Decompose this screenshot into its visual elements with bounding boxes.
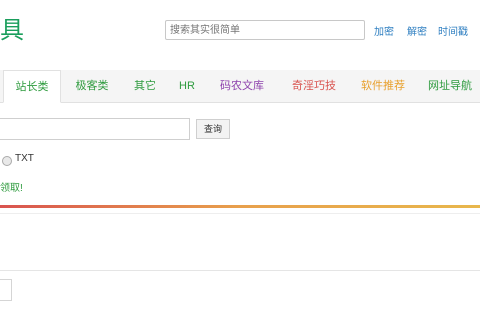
tab-other[interactable]: 其它 xyxy=(124,70,166,102)
divider-line xyxy=(0,213,480,214)
tab-label: HR xyxy=(179,80,195,92)
query-button[interactable]: 查询 xyxy=(196,119,230,139)
encrypt-link[interactable]: 加密 xyxy=(374,23,394,38)
tab-label: 奇淫巧技 xyxy=(292,80,336,92)
tab-label: 极客类 xyxy=(75,80,109,92)
tab-webmaster[interactable]: 站长类 xyxy=(3,70,61,103)
site-logo[interactable]: 具 xyxy=(0,14,24,46)
tab-hr[interactable]: HR xyxy=(170,70,204,102)
header-search: 加密 解密 时间戳 xyxy=(165,20,475,42)
txt-radio[interactable] xyxy=(2,156,12,166)
tab-label: 码农文库 xyxy=(220,80,264,92)
tab-tricks[interactable]: 奇淫巧技 xyxy=(280,70,348,102)
notice-text: 领取! xyxy=(0,183,23,194)
tab-label: 网址导航 xyxy=(428,80,472,92)
tab-coder-library[interactable]: 码农文库 xyxy=(208,70,276,102)
partial-input-box[interactable] xyxy=(0,279,12,301)
timestamp-link[interactable]: 时间戳 xyxy=(438,23,468,38)
divider-line-bottom xyxy=(0,270,480,271)
tab-url-nav[interactable]: 网址导航 xyxy=(418,70,480,102)
tab-software[interactable]: 软件推荐 xyxy=(350,70,416,102)
tab-geek[interactable]: 极客类 xyxy=(63,70,121,102)
tab-label: 站长类 xyxy=(15,81,49,93)
decrypt-link[interactable]: 解密 xyxy=(407,23,427,38)
query-input[interactable] xyxy=(0,118,190,140)
category-nav: 站长类 极客类 其它 HR 码农文库 奇淫巧技 软件推荐 网址导航 xyxy=(0,70,480,103)
site-search-input[interactable] xyxy=(165,20,365,40)
tab-label: 其它 xyxy=(134,80,156,92)
tab-label: 软件推荐 xyxy=(361,80,405,92)
txt-radio-label: TXT xyxy=(15,153,34,164)
gradient-divider xyxy=(0,205,480,208)
